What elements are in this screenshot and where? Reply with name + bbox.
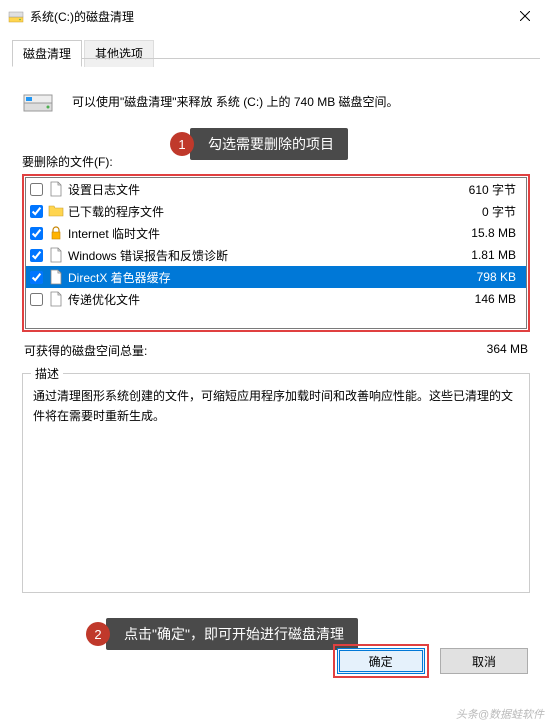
lock-icon [48,225,64,241]
file-label: DirectX 着色器缓存 [68,269,477,286]
folder-icon [48,203,64,219]
cancel-button[interactable]: 取消 [440,648,528,674]
file-item[interactable]: 设置日志文件610 字节 [26,178,526,200]
file-label: Internet 临时文件 [68,225,471,242]
file-item[interactable]: 已下载的程序文件0 字节 [26,200,526,222]
file-item[interactable]: Internet 临时文件15.8 MB [26,222,526,244]
total-row: 可获得的磁盘空间总量: 364 MB [22,332,530,369]
file-checkbox[interactable] [30,271,43,284]
file-size: 15.8 MB [471,226,516,240]
description-group: 描述 通过清理图形系统创建的文件，可缩短应用程序加载时间和改善响应性能。这些已清… [22,373,530,593]
close-button[interactable] [502,0,548,32]
callout-1-num: 1 [170,132,194,156]
file-checkbox[interactable] [30,205,43,218]
callout-2: 2 点击"确定"，即可开始进行磁盘清理 [86,618,358,650]
file-item[interactable]: 传递优化文件146 MB [26,288,526,310]
ok-highlight: 确定 [333,644,429,678]
titlebar: 系统(C:)的磁盘清理 [0,0,552,32]
callout-1-text: 勾选需要删除的项目 [190,128,348,160]
drive-icon [22,85,54,117]
callout-2-text: 点击"确定"，即可开始进行磁盘清理 [106,618,358,650]
file-icon [48,181,64,197]
file-checkbox[interactable] [30,183,43,196]
file-icon [48,269,64,285]
file-label: 已下载的程序文件 [68,203,482,220]
info-text: 可以使用"磁盘清理"来释放 系统 (C:) 上的 740 MB 磁盘空间。 [72,93,399,110]
file-size: 798 KB [477,270,516,284]
file-icon [48,247,64,263]
callout-2-num: 2 [86,622,110,646]
button-row: 确定 取消 [333,644,528,678]
file-list-highlight: 设置日志文件610 字节已下载的程序文件0 字节Internet 临时文件15.… [22,174,530,332]
tabs: 磁盘清理 其他选项 [12,40,540,67]
description-legend: 描述 [31,365,63,382]
content-area: 可以使用"磁盘清理"来释放 系统 (C:) 上的 740 MB 磁盘空间。 1 … [0,67,552,603]
description-text: 通过清理图形系统创建的文件，可缩短应用程序加载时间和改善响应性能。这些已清理的文… [33,386,519,427]
tab-other-options[interactable]: 其他选项 [84,40,154,67]
file-size: 0 字节 [482,203,516,220]
window-title: 系统(C:)的磁盘清理 [30,8,502,25]
file-size: 1.81 MB [471,248,516,262]
drive-icon-small [8,8,24,24]
total-value: 364 MB [487,342,528,359]
file-size: 146 MB [475,292,516,306]
watermark: 头条@数据蛙软件 [456,706,544,722]
file-size: 610 字节 [469,181,516,198]
file-label: Windows 错误报告和反馈诊断 [68,247,471,264]
file-checkbox[interactable] [30,249,43,262]
file-checkbox[interactable] [30,227,43,240]
tab-disk-cleanup[interactable]: 磁盘清理 [12,40,82,67]
callout-1: 1 勾选需要删除的项目 [170,128,348,160]
file-label: 传递优化文件 [68,291,475,308]
file-label: 设置日志文件 [68,181,469,198]
ok-button[interactable]: 确定 [337,648,425,674]
file-icon [48,291,64,307]
file-checkbox[interactable] [30,293,43,306]
info-row: 可以使用"磁盘清理"来释放 系统 (C:) 上的 740 MB 磁盘空间。 [22,85,530,117]
file-list[interactable]: 设置日志文件610 字节已下载的程序文件0 字节Internet 临时文件15.… [25,177,527,329]
total-label: 可获得的磁盘空间总量: [24,342,147,359]
file-item[interactable]: Windows 错误报告和反馈诊断1.81 MB [26,244,526,266]
file-item[interactable]: DirectX 着色器缓存798 KB [26,266,526,288]
